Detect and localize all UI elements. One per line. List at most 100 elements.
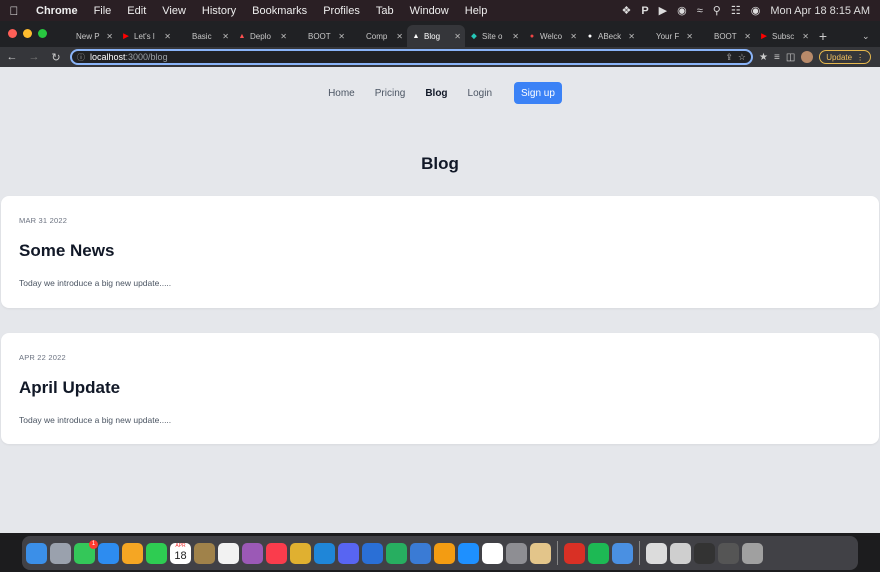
p-app-icon[interactable]: P bbox=[641, 5, 648, 17]
wifi-icon[interactable]: ≈ bbox=[697, 5, 703, 17]
profile-avatar[interactable] bbox=[801, 51, 814, 63]
site-info-icon[interactable]: ⓘ bbox=[77, 52, 85, 63]
discord-icon[interactable] bbox=[338, 542, 359, 564]
close-tab-icon[interactable]: ✕ bbox=[164, 32, 171, 41]
sequel-icon[interactable] bbox=[530, 542, 551, 564]
control-center-icon[interactable]: ☷ bbox=[731, 4, 741, 17]
browser-tab[interactable]: ▲ Deplo ✕ bbox=[233, 25, 291, 47]
nav-blog-link[interactable]: Blog bbox=[415, 88, 457, 99]
pages-icon[interactable] bbox=[434, 542, 455, 564]
close-window-button[interactable] bbox=[8, 29, 17, 38]
apple-logo-icon[interactable]:  bbox=[0, 4, 28, 18]
chevron-down-icon[interactable]: ⌄ bbox=[862, 25, 880, 47]
nav-login-link[interactable]: Login bbox=[458, 88, 502, 99]
menu-edit[interactable]: Edit bbox=[119, 5, 154, 17]
post-title[interactable]: Some News bbox=[19, 241, 114, 261]
spotify-icon[interactable] bbox=[588, 542, 609, 564]
window-thumbnail-icon[interactable] bbox=[718, 542, 739, 564]
close-tab-icon[interactable]: ✕ bbox=[106, 32, 113, 41]
back-arrow-icon[interactable]: ← bbox=[4, 51, 20, 63]
document-thumbnail-icon[interactable] bbox=[646, 542, 667, 564]
blog-post-card[interactable]: APR 22 2022 April Update Today we introd… bbox=[1, 333, 879, 444]
terminal-thumbnail-icon[interactable] bbox=[694, 542, 715, 564]
bookmark-star-icon[interactable]: ☆ bbox=[738, 52, 746, 63]
calendar-icon[interactable]: APR 18 bbox=[170, 542, 191, 564]
menu-bookmarks[interactable]: Bookmarks bbox=[244, 5, 315, 17]
numbers-icon[interactable] bbox=[386, 542, 407, 564]
trash-icon[interactable] bbox=[742, 542, 763, 564]
zoom-window-button[interactable] bbox=[38, 29, 47, 38]
close-tab-icon[interactable]: ✕ bbox=[454, 32, 461, 41]
close-tab-icon[interactable]: ✕ bbox=[570, 32, 577, 41]
menu-help[interactable]: Help bbox=[457, 5, 496, 17]
vscode-icon[interactable] bbox=[314, 542, 335, 564]
close-tab-icon[interactable]: ✕ bbox=[280, 32, 287, 41]
screenshot-thumbnail-icon[interactable] bbox=[670, 542, 691, 564]
chrome-icon[interactable] bbox=[290, 542, 311, 564]
minimize-window-button[interactable] bbox=[23, 29, 32, 38]
extensions-puzzle-icon[interactable]: ★ bbox=[759, 52, 768, 63]
record-icon[interactable]: ◉ bbox=[677, 4, 687, 17]
post-title[interactable]: April Update bbox=[19, 378, 120, 398]
menu-history[interactable]: History bbox=[194, 5, 244, 17]
xcode-icon[interactable] bbox=[410, 542, 431, 564]
quill-icon[interactable] bbox=[242, 542, 263, 564]
side-panel-icon[interactable]: ◫ bbox=[786, 52, 795, 63]
close-tab-icon[interactable]: ✕ bbox=[512, 32, 519, 41]
menu-file[interactable]: File bbox=[86, 5, 120, 17]
close-tab-icon[interactable]: ✕ bbox=[628, 32, 635, 41]
keynote-icon[interactable] bbox=[362, 542, 383, 564]
menu-view[interactable]: View bbox=[154, 5, 194, 17]
finder-icon[interactable] bbox=[26, 542, 47, 564]
browser-tab[interactable]: ▶ Let's l ✕ bbox=[117, 25, 175, 47]
browser-tab[interactable]: ● ABeck ✕ bbox=[581, 25, 639, 47]
browser-tab[interactable]: ◆ Site o ✕ bbox=[465, 25, 523, 47]
close-tab-icon[interactable]: ✕ bbox=[802, 32, 809, 41]
new-tab-button[interactable]: + bbox=[813, 25, 833, 47]
spotlight-search-icon[interactable]: ⚲ bbox=[713, 4, 721, 17]
forward-arrow-icon[interactable]: → bbox=[26, 51, 42, 63]
safari-icon[interactable] bbox=[98, 542, 119, 564]
reading-list-icon[interactable]: ≡ bbox=[774, 52, 780, 63]
browser-tab[interactable]: ● Welco ✕ bbox=[523, 25, 581, 47]
reminders-icon[interactable] bbox=[218, 542, 239, 564]
launchpad-icon[interactable] bbox=[50, 542, 71, 564]
browser-tab[interactable]: ▶ Subsc ✕ bbox=[755, 25, 813, 47]
browser-tab[interactable]: BOOT ✕ bbox=[291, 25, 349, 47]
siri-icon[interactable]: ◉ bbox=[751, 4, 761, 17]
messages-icon[interactable]: 1 bbox=[74, 539, 98, 564]
menu-tab[interactable]: Tab bbox=[368, 5, 402, 17]
slack-icon[interactable] bbox=[482, 542, 503, 564]
photos-icon[interactable] bbox=[122, 542, 143, 564]
feather-icon[interactable]: ❖ bbox=[621, 4, 631, 17]
preview-icon[interactable] bbox=[612, 542, 633, 564]
nav-pricing-link[interactable]: Pricing bbox=[365, 88, 416, 99]
signup-button[interactable]: Sign up bbox=[514, 82, 562, 104]
notes-app-icon[interactable] bbox=[194, 542, 215, 564]
update-button[interactable]: Update ⋮ bbox=[819, 50, 872, 64]
close-tab-icon[interactable]: ✕ bbox=[744, 32, 751, 41]
app-store-icon[interactable] bbox=[458, 542, 479, 564]
close-tab-icon[interactable]: ✕ bbox=[338, 32, 345, 41]
nav-home-link[interactable]: Home bbox=[318, 88, 365, 99]
browser-tab[interactable]: Comp ✕ bbox=[349, 25, 407, 47]
url-text[interactable]: localhost:3000/blog bbox=[90, 52, 720, 62]
facetime-icon[interactable] bbox=[146, 542, 167, 564]
menu-window[interactable]: Window bbox=[402, 5, 457, 17]
music-icon[interactable] bbox=[266, 542, 287, 564]
menubar-clock[interactable]: Mon Apr 18 8:15 AM bbox=[770, 5, 870, 17]
menu-profiles[interactable]: Profiles bbox=[315, 5, 368, 17]
browser-tab[interactable]: Your F ✕ bbox=[639, 25, 697, 47]
address-bar[interactable]: ⓘ localhost:3000/blog ⇪ ☆ bbox=[70, 49, 753, 65]
pdf-reader-icon[interactable] bbox=[564, 542, 585, 564]
browser-tab[interactable]: BOOT ✕ bbox=[697, 25, 755, 47]
close-tab-icon[interactable]: ✕ bbox=[222, 32, 229, 41]
system-preferences-icon[interactable] bbox=[506, 542, 527, 564]
play-icon[interactable]: ▶ bbox=[659, 4, 667, 17]
share-icon[interactable]: ⇪ bbox=[725, 52, 733, 63]
menu-app-name[interactable]: Chrome bbox=[28, 5, 86, 17]
browser-tab[interactable]: ▲ Blog ✕ bbox=[407, 25, 465, 47]
close-tab-icon[interactable]: ✕ bbox=[396, 32, 403, 41]
browser-tab[interactable]: Basic ✕ bbox=[175, 25, 233, 47]
browser-tab[interactable]: New P ✕ bbox=[59, 25, 117, 47]
